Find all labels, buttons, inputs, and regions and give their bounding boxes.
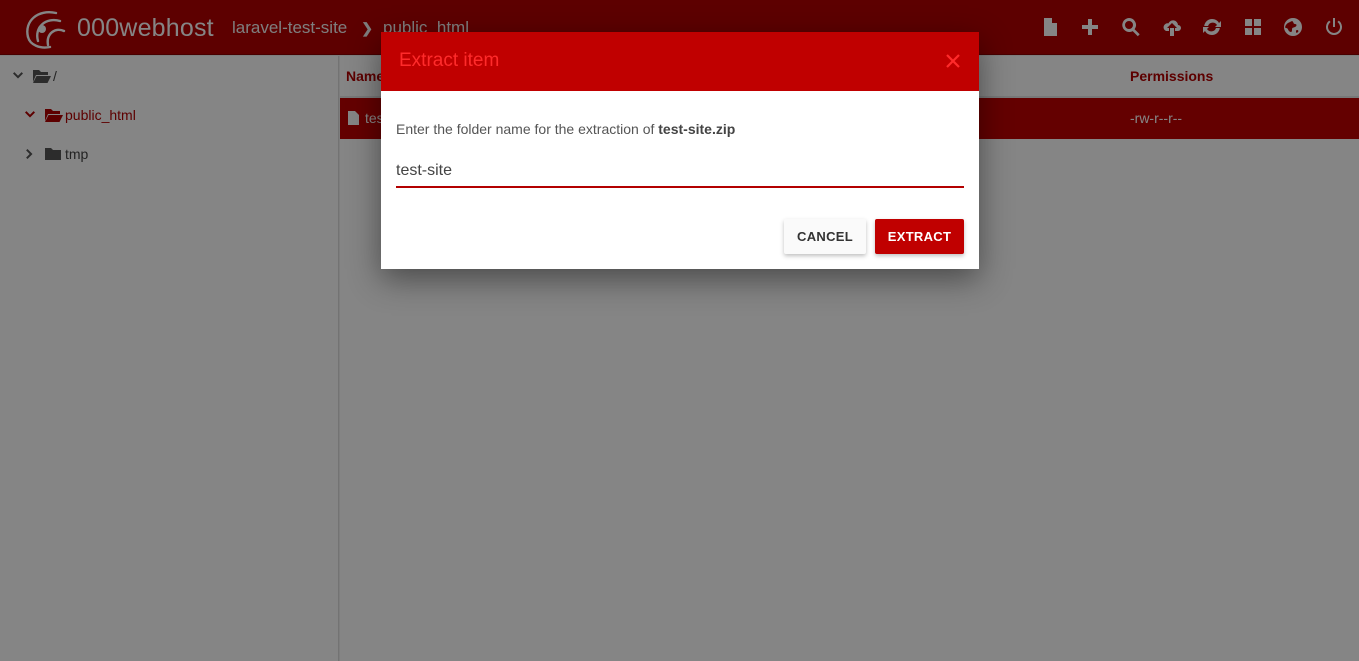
dialog-filename: test-site.zip bbox=[658, 121, 736, 137]
cancel-button[interactable]: CANCEL bbox=[784, 219, 866, 254]
dialog-header: Extract item bbox=[381, 32, 979, 91]
extract-button[interactable]: EXTRACT bbox=[875, 219, 964, 254]
folder-name-input[interactable] bbox=[396, 156, 964, 188]
extract-dialog: Extract item Enter the folder name for t… bbox=[381, 32, 979, 269]
dialog-message: Enter the folder name for the extraction… bbox=[396, 121, 735, 137]
close-icon[interactable] bbox=[945, 53, 961, 69]
dialog-title: Extract item bbox=[399, 50, 500, 71]
dialog-message-text: Enter the folder name for the extraction… bbox=[396, 121, 659, 137]
